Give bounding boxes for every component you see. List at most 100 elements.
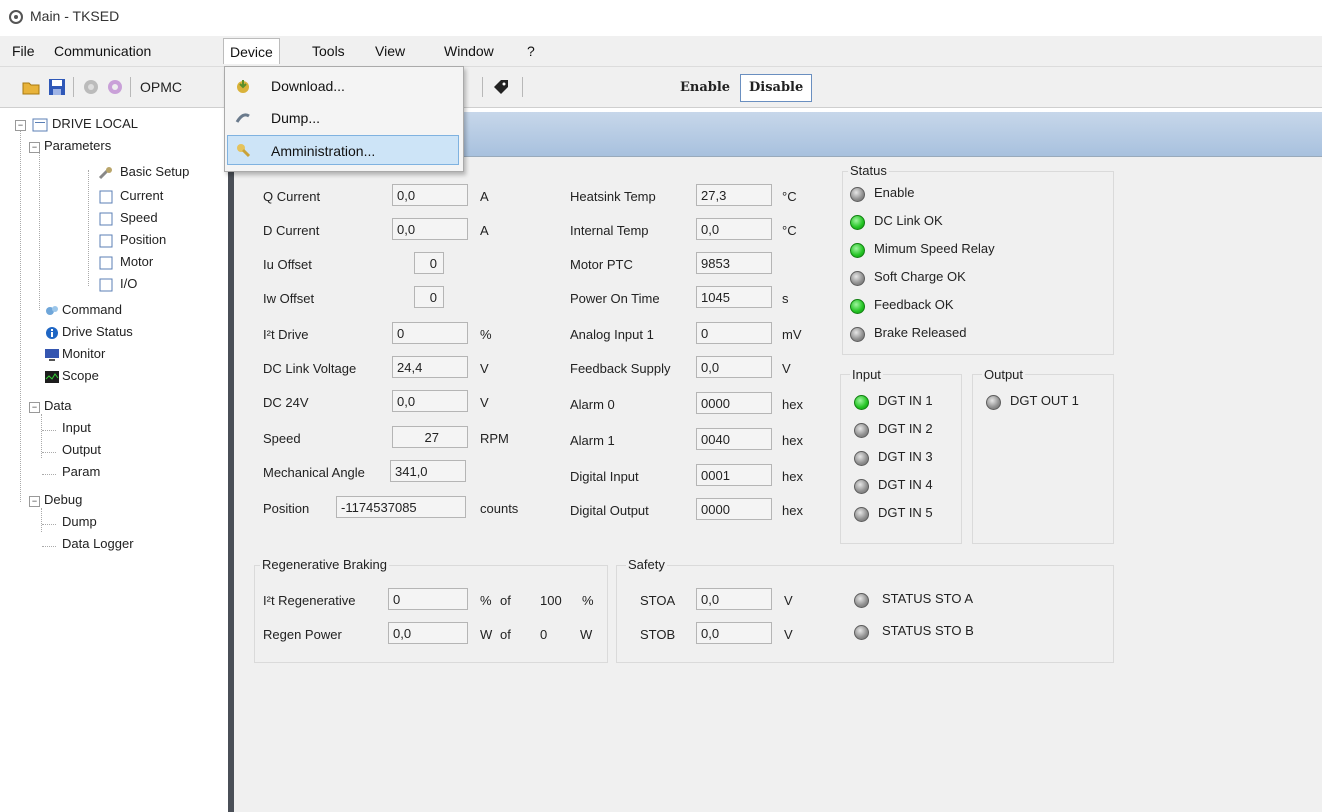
connect-icon[interactable] — [82, 78, 100, 96]
unit2-regen-power: W — [580, 627, 593, 642]
tree-item-monitor[interactable]: Monitor — [62, 346, 105, 361]
tree-expander[interactable]: − — [29, 142, 40, 153]
field-i2t-drive: 0 — [392, 322, 468, 344]
tree-connector — [42, 430, 56, 431]
menu-communication[interactable]: Communication — [54, 43, 151, 59]
tree-item-current[interactable]: Current — [120, 188, 163, 203]
opmc-button[interactable]: OPMC — [140, 79, 182, 95]
field-mechanical-angle: 341,0 — [390, 460, 466, 482]
label-alarm-1: Alarm 1 — [570, 433, 615, 448]
disconnect-icon[interactable] — [106, 78, 124, 96]
safety-group — [616, 565, 1114, 663]
output-group-title: Output — [982, 367, 1026, 382]
regen-group-title: Regenerative Braking — [260, 557, 390, 572]
output-led-1 — [986, 395, 1001, 410]
status-led-5 — [850, 299, 865, 314]
status-label-3: Mimum Speed Relay — [874, 241, 995, 256]
tree-item-input[interactable]: Input — [62, 420, 91, 435]
tree-item-drive-status[interactable]: Drive Status — [62, 324, 133, 339]
label-q-current: Q Current — [263, 189, 321, 204]
title-bar: Main - TKSED — [0, 0, 1322, 34]
app-icon — [9, 10, 23, 24]
input-label-5: DGT IN 5 — [878, 505, 933, 520]
menu-window[interactable]: Window — [444, 43, 494, 59]
menu-device[interactable]: Device — [223, 38, 280, 64]
enable-button[interactable]: Enable — [674, 77, 736, 99]
unit-stoa: V — [784, 593, 793, 608]
tag-icon[interactable] — [492, 78, 510, 96]
input-label-4: DGT IN 4 — [878, 477, 933, 492]
unit-internal-temp: °C — [782, 223, 797, 238]
field-analog-input-1: 0 — [696, 322, 772, 344]
menu-file[interactable]: File — [12, 43, 35, 59]
field-dc-link-voltage: 24,4 — [392, 356, 468, 378]
tree-item-motor[interactable]: Motor — [120, 254, 153, 269]
tree-connector — [42, 452, 56, 453]
toolbar-separator — [482, 77, 483, 97]
tree-item-parameters[interactable]: Parameters — [44, 138, 111, 153]
unit-stob: V — [784, 627, 793, 642]
field-regen-power: 0,0 — [388, 622, 468, 644]
field-dc-24v: 0,0 — [392, 390, 468, 412]
regen-group — [254, 565, 608, 663]
unit-heatsink-temp: °C — [782, 189, 797, 204]
unit-digital-output: hex — [782, 503, 803, 518]
field-digital-input: 0001 — [696, 464, 772, 486]
disable-button[interactable]: Disable — [740, 74, 813, 102]
field-stoa: 0,0 — [696, 588, 772, 610]
tree-item-output[interactable]: Output — [62, 442, 101, 457]
open-folder-icon[interactable] — [22, 78, 40, 96]
unit-i2t-regenerative: % — [480, 593, 492, 608]
menu-item-download[interactable]: Download... — [227, 71, 459, 101]
menu-item-dump[interactable]: Dump... — [227, 103, 459, 133]
of-i2t-regenerative: of — [500, 593, 511, 608]
unit-dc-link-voltage: V — [480, 361, 489, 376]
tree-expander[interactable]: − — [15, 120, 26, 131]
tree-item-param[interactable]: Param — [62, 464, 100, 479]
toolbar: OPMC Enable Disable — [0, 67, 1322, 108]
tree-item-dump[interactable]: Dump — [62, 514, 97, 529]
page-icon — [99, 190, 113, 204]
label-stoa: STOA — [640, 593, 676, 608]
label-analog-input-1: Analog Input 1 — [570, 327, 654, 342]
status-led-4 — [850, 271, 865, 286]
tree-connector — [20, 126, 21, 502]
tree-item-data-logger[interactable]: Data Logger — [62, 536, 134, 551]
menu-bar: File Communication Device Tools View Win… — [0, 36, 1322, 67]
tree-item-drive-local[interactable]: DRIVE LOCAL — [52, 116, 138, 131]
input-led-1 — [854, 395, 869, 410]
tree-item-io[interactable]: I/O — [120, 276, 137, 291]
label-internal-temp: Internal Temp — [570, 223, 649, 238]
admin-icon — [237, 144, 251, 158]
tree-connector — [41, 508, 42, 532]
field-alarm-0: 0000 — [696, 392, 772, 414]
info-icon — [46, 327, 58, 339]
save-icon[interactable] — [48, 78, 66, 96]
device-dropdown-menu: Download... Dump... Amministration... — [224, 66, 464, 172]
tree-item-command[interactable]: Command — [62, 302, 122, 317]
unit-regen-power: W — [480, 627, 493, 642]
tree-item-basic-setup[interactable]: Basic Setup — [120, 164, 189, 179]
tree-expander[interactable]: − — [29, 496, 40, 507]
menu-view[interactable]: View — [375, 43, 405, 59]
tree-connector — [42, 546, 56, 547]
status-led-1 — [850, 187, 865, 202]
menu-item-amministration[interactable]: Amministration... — [227, 135, 459, 165]
label-mechanical-angle: Mechanical Angle — [263, 465, 365, 480]
menu-help[interactable]: ? — [527, 43, 535, 59]
menu-tools[interactable]: Tools — [312, 43, 345, 59]
max-i2t-regenerative: 100 — [540, 593, 562, 608]
tree-item-scope[interactable]: Scope — [62, 368, 99, 383]
document-icon — [32, 118, 48, 132]
tree-item-speed[interactable]: Speed — [120, 210, 158, 225]
monitor-icon — [45, 349, 59, 361]
field-internal-temp: 0,0 — [696, 218, 772, 240]
tree-item-data[interactable]: Data — [44, 398, 71, 413]
label-regen-power: Regen Power — [263, 627, 342, 642]
unit-position: counts — [480, 501, 519, 516]
tree-item-debug[interactable]: Debug — [44, 492, 82, 507]
field-power-on-time: 1045 — [696, 286, 772, 308]
tree-item-position[interactable]: Position — [120, 232, 166, 247]
input-group-title: Input — [850, 367, 883, 382]
tree-expander[interactable]: − — [29, 402, 40, 413]
